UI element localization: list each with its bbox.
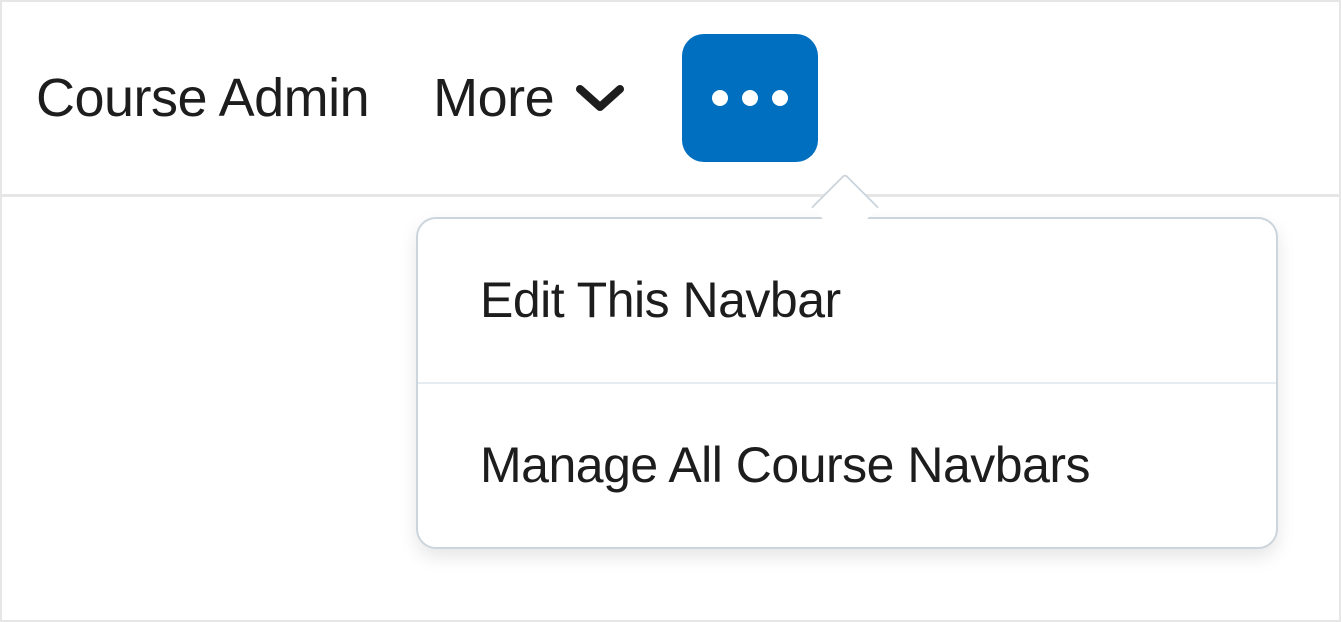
menu-item-edit-this-navbar[interactable]: Edit This Navbar [418, 219, 1276, 382]
nav-link-more[interactable]: More [433, 71, 624, 125]
chevron-down-icon [576, 83, 624, 113]
menu-item-manage-all-course-navbars[interactable]: Manage All Course Navbars [418, 382, 1276, 547]
ellipsis-icon [712, 90, 788, 106]
context-menu-dropdown: Edit This Navbar Manage All Course Navba… [416, 217, 1278, 549]
course-navbar: Course Admin More [2, 2, 1339, 197]
nav-link-more-label: More [433, 71, 554, 125]
navbar-context-menu-button[interactable] [682, 34, 818, 162]
context-menu-panel: Edit This Navbar Manage All Course Navba… [416, 217, 1278, 549]
nav-link-course-admin[interactable]: Course Admin [36, 67, 369, 129]
